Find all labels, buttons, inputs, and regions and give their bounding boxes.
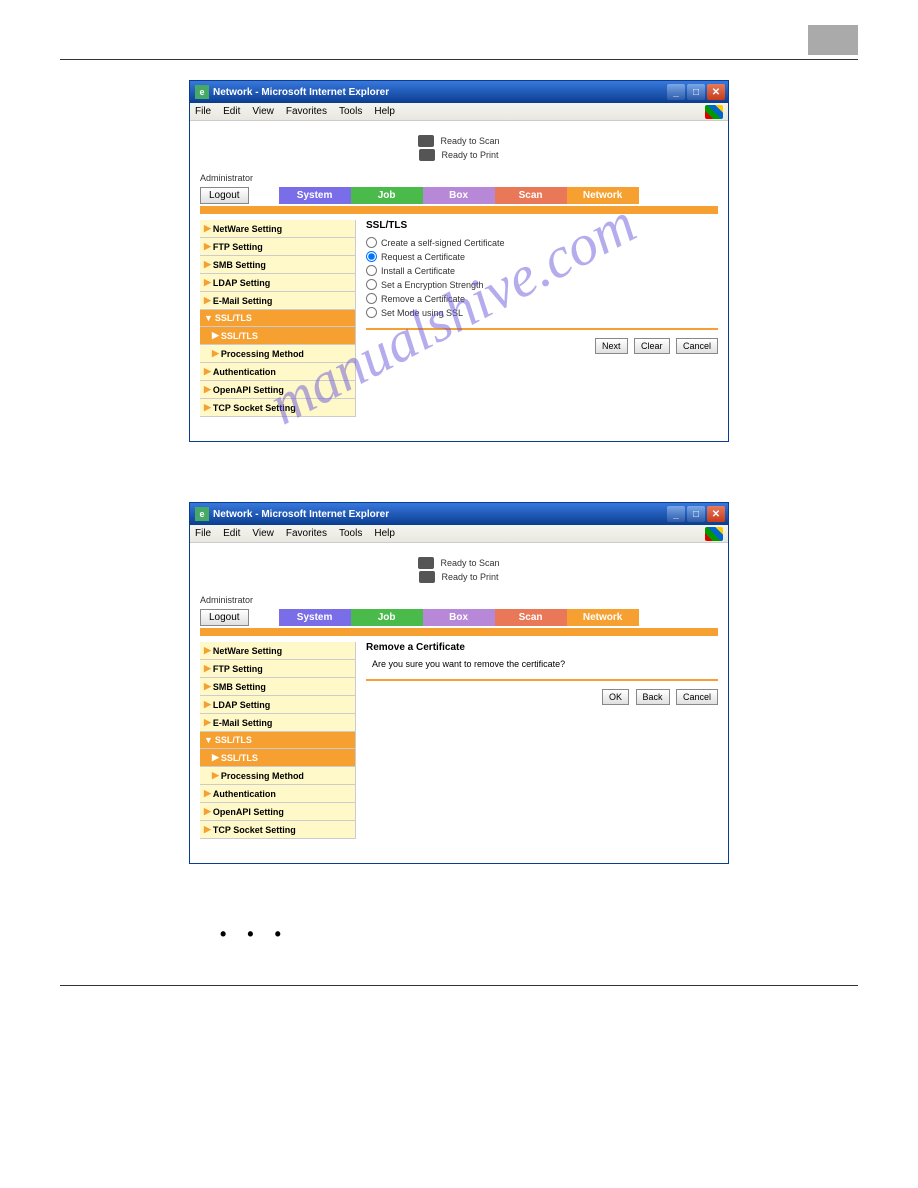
scanner-icon: [418, 557, 434, 569]
radio-request-cert[interactable]: Request a Certificate: [366, 251, 718, 262]
panel-title: Remove a Certificate: [366, 642, 718, 653]
sidebar-item-ssl-parent[interactable]: ▼SSL/TLS: [200, 310, 356, 327]
admin-label: Administrator: [190, 595, 728, 609]
sidebar-item-smb[interactable]: ▶SMB Setting: [200, 678, 356, 696]
sidebar: ▶NetWare Setting ▶FTP Setting ▶SMB Setti…: [200, 642, 356, 839]
menu-help[interactable]: Help: [374, 106, 395, 117]
clear-button[interactable]: Clear: [634, 338, 670, 354]
sidebar-item-ldap[interactable]: ▶LDAP Setting: [200, 696, 356, 714]
menu-tools[interactable]: Tools: [339, 106, 362, 117]
ellipsis-dots: • • •: [0, 924, 918, 945]
minimize-button[interactable]: _: [667, 506, 685, 522]
sidebar-item-auth[interactable]: ▶Authentication: [200, 363, 356, 381]
maximize-button[interactable]: □: [687, 506, 705, 522]
browser-window-2: e Network - Microsoft Internet Explorer …: [189, 502, 729, 864]
menu-edit[interactable]: Edit: [223, 106, 240, 117]
tab-scan[interactable]: Scan: [495, 187, 567, 204]
sidebar-item-ftp[interactable]: ▶FTP Setting: [200, 660, 356, 678]
sidebar-item-tcp[interactable]: ▶TCP Socket Setting: [200, 399, 356, 417]
main-panel-remove: Remove a Certificate Are you sure you wa…: [366, 642, 718, 839]
tab-network[interactable]: Network: [567, 609, 639, 626]
close-button[interactable]: ✕: [707, 84, 725, 100]
panel-divider: [366, 679, 718, 681]
tab-network[interactable]: Network: [567, 187, 639, 204]
menu-file[interactable]: File: [195, 106, 211, 117]
panel-divider: [366, 328, 718, 330]
sidebar-item-openapi[interactable]: ▶OpenAPI Setting: [200, 381, 356, 399]
minimize-button[interactable]: _: [667, 84, 685, 100]
menubar: File Edit View Favorites Tools Help: [190, 103, 728, 121]
sidebar-item-ssl-child[interactable]: ▶SSL/TLS: [200, 327, 356, 345]
menu-favorites[interactable]: Favorites: [286, 528, 327, 539]
sidebar-item-ssl-child[interactable]: ▶SSL/TLS: [200, 749, 356, 767]
device-status: Ready to Scan Ready to Print: [190, 543, 728, 595]
radio-remove-cert[interactable]: Remove a Certificate: [366, 293, 718, 304]
next-button[interactable]: Next: [595, 338, 628, 354]
browser-window-1: e Network - Microsoft Internet Explorer …: [189, 80, 729, 442]
sidebar-item-auth[interactable]: ▶Authentication: [200, 785, 356, 803]
sidebar: ▶NetWare Setting ▶FTP Setting ▶SMB Setti…: [200, 220, 356, 417]
printer-icon: [419, 149, 435, 161]
radio-create-cert[interactable]: Create a self-signed Certificate: [366, 237, 718, 248]
printer-icon: [419, 571, 435, 583]
ie-icon: e: [195, 85, 209, 99]
radio-encryption[interactable]: Set a Encryption Strength: [366, 279, 718, 290]
tab-system[interactable]: System: [279, 187, 351, 204]
tab-box[interactable]: Box: [423, 609, 495, 626]
sidebar-item-email[interactable]: ▶E-Mail Setting: [200, 292, 356, 310]
titlebar: e Network - Microsoft Internet Explorer …: [190, 81, 728, 103]
sidebar-item-smb[interactable]: ▶SMB Setting: [200, 256, 356, 274]
sidebar-item-openapi[interactable]: ▶OpenAPI Setting: [200, 803, 356, 821]
sidebar-item-ssl-parent[interactable]: ▼SSL/TLS: [200, 732, 356, 749]
panel-title: SSL/TLS: [366, 220, 718, 231]
window-title: Network - Microsoft Internet Explorer: [213, 87, 667, 98]
sidebar-item-netware[interactable]: ▶NetWare Setting: [200, 642, 356, 660]
sidebar-item-email[interactable]: ▶E-Mail Setting: [200, 714, 356, 732]
divider-bar: [200, 206, 718, 214]
sidebar-item-processing[interactable]: ▶Processing Method: [200, 345, 356, 363]
main-panel-ssl: SSL/TLS Create a self-signed Certificate…: [366, 220, 718, 417]
tab-scan[interactable]: Scan: [495, 609, 567, 626]
logout-button[interactable]: Logout: [200, 187, 249, 204]
admin-label: Administrator: [190, 173, 728, 187]
menu-help[interactable]: Help: [374, 528, 395, 539]
menu-file[interactable]: File: [195, 528, 211, 539]
titlebar: e Network - Microsoft Internet Explorer …: [190, 503, 728, 525]
window-title: Network - Microsoft Internet Explorer: [213, 509, 667, 520]
sidebar-item-processing[interactable]: ▶Processing Method: [200, 767, 356, 785]
tab-job[interactable]: Job: [351, 609, 423, 626]
menu-view[interactable]: View: [252, 528, 274, 539]
back-button[interactable]: Back: [636, 689, 670, 705]
menu-view[interactable]: View: [252, 106, 274, 117]
radio-install-cert[interactable]: Install a Certificate: [366, 265, 718, 276]
menu-favorites[interactable]: Favorites: [286, 106, 327, 117]
logout-button[interactable]: Logout: [200, 609, 249, 626]
menubar: File Edit View Favorites Tools Help: [190, 525, 728, 543]
cancel-button[interactable]: Cancel: [676, 689, 718, 705]
confirm-message: Are you sure you want to remove the cert…: [372, 659, 718, 669]
close-button[interactable]: ✕: [707, 506, 725, 522]
sidebar-item-ldap[interactable]: ▶LDAP Setting: [200, 274, 356, 292]
ie-icon: e: [195, 507, 209, 521]
tab-system[interactable]: System: [279, 609, 351, 626]
sidebar-item-ftp[interactable]: ▶FTP Setting: [200, 238, 356, 256]
menu-tools[interactable]: Tools: [339, 528, 362, 539]
windows-flag-icon: [705, 105, 723, 119]
tab-job[interactable]: Job: [351, 187, 423, 204]
sidebar-item-netware[interactable]: ▶NetWare Setting: [200, 220, 356, 238]
ok-button[interactable]: OK: [602, 689, 629, 705]
sidebar-item-tcp[interactable]: ▶TCP Socket Setting: [200, 821, 356, 839]
windows-flag-icon: [705, 527, 723, 541]
radio-set-mode[interactable]: Set Mode using SSL: [366, 307, 718, 318]
maximize-button[interactable]: □: [687, 84, 705, 100]
device-status: Ready to Scan Ready to Print: [190, 121, 728, 173]
divider-bar: [200, 628, 718, 636]
tab-box[interactable]: Box: [423, 187, 495, 204]
scanner-icon: [418, 135, 434, 147]
cancel-button[interactable]: Cancel: [676, 338, 718, 354]
menu-edit[interactable]: Edit: [223, 528, 240, 539]
